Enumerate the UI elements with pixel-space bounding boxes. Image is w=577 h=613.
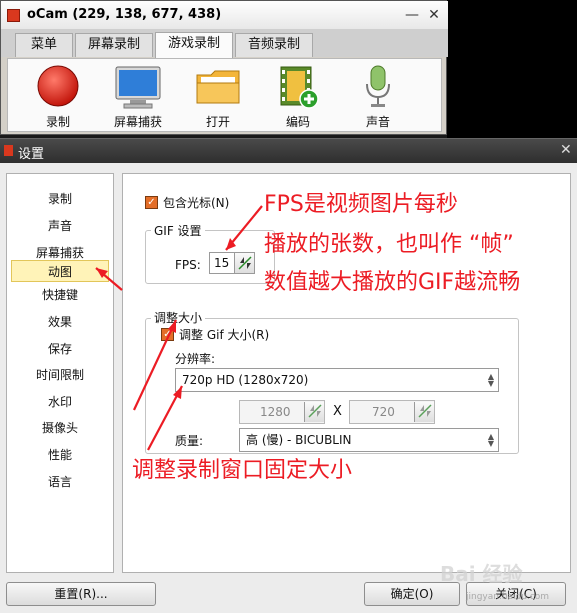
checkbox-arrow: [133, 319, 177, 411]
annotation-arrows: [95, 205, 263, 451]
resolution-arrowhead-icon: [173, 386, 182, 399]
watermark-url: jingyan.baidu.com: [466, 592, 550, 602]
watermark-logo: Bai 经验: [440, 562, 523, 586]
annotation-line-3: 数值越大播放的GIF越流畅: [264, 270, 521, 295]
annotation-resize-note: 调整录制窗口固定大小: [132, 458, 353, 483]
annotation-line-1: FPS是视频图片每秒: [264, 192, 458, 217]
annotation-line-2: 播放的张数，也叫作 “帧”: [264, 232, 514, 257]
